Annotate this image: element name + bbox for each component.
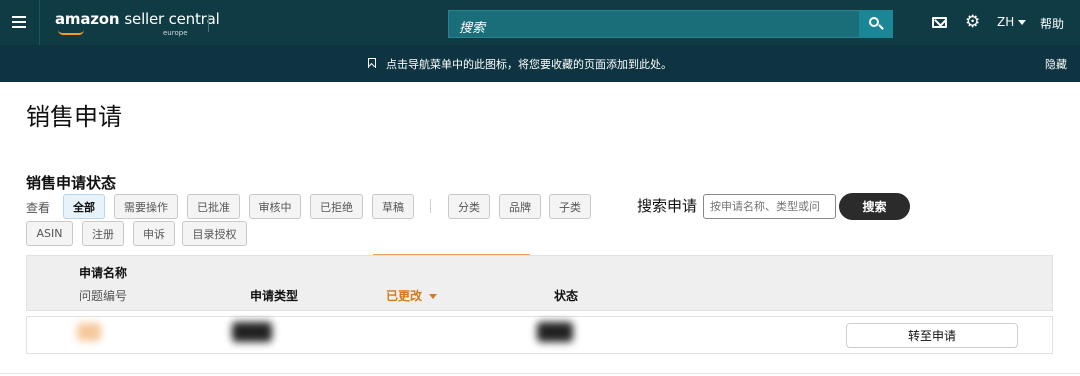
section-title: 销售申请状态 — [26, 174, 117, 192]
blurred-request-type — [232, 322, 272, 342]
filter-brand[interactable]: 品牌 — [499, 194, 541, 219]
filter-under-review[interactable]: 审核中 — [249, 194, 301, 219]
mail-icon[interactable] — [932, 17, 947, 28]
blurred-request-name — [77, 323, 101, 341]
bookmark-icon — [368, 58, 376, 68]
column-changed-label: 已更改 — [386, 289, 423, 303]
logo-region: europe — [163, 29, 188, 37]
column-changed[interactable]: 已更改 — [386, 287, 438, 304]
filter-category[interactable]: 分类 — [448, 194, 490, 219]
column-request-type[interactable]: 申请类型 — [250, 287, 298, 304]
amazon-seller-central-logo[interactable]: amazon seller central europe — [55, 10, 220, 37]
blurred-status — [537, 322, 573, 342]
filter-rejected[interactable]: 已拒绝 — [310, 194, 363, 219]
filter-draft[interactable]: 草稿 — [372, 194, 414, 219]
filter-subcategory[interactable]: 子类 — [549, 194, 591, 219]
language-label: ZH — [997, 15, 1015, 29]
filter-divider — [430, 199, 431, 213]
logo-smile-icon — [58, 30, 84, 35]
hide-hint-button[interactable]: 隐藏 — [1045, 56, 1067, 72]
go-to-request-button[interactable]: 转至申请 — [846, 323, 1018, 348]
filter-catalog-authorization[interactable]: 目录授权 — [182, 221, 247, 246]
sort-down-icon — [429, 294, 438, 299]
filter-all[interactable]: 全部 — [63, 194, 105, 219]
filter-asin[interactable]: ASIN — [26, 221, 73, 246]
request-search-button[interactable]: 搜索 — [839, 193, 910, 220]
column-issue-number: 问题编号 — [79, 289, 128, 303]
logo-product: seller central — [124, 10, 220, 28]
language-selector[interactable]: ZH — [997, 15, 1027, 29]
gear-icon[interactable]: ⚙ — [965, 14, 981, 31]
table-header — [26, 255, 1053, 311]
global-search-input[interactable]: 搜索 — [448, 10, 860, 38]
filter-action-required[interactable]: 需要操作 — [114, 194, 178, 219]
request-search-label: 搜索申请 — [637, 197, 698, 215]
logo-brand: amazon — [55, 10, 120, 28]
nav-divider — [208, 14, 209, 32]
filter-appeal[interactable]: 申诉 — [133, 221, 175, 246]
menu-icon[interactable] — [0, 0, 40, 45]
column-status[interactable]: 状态 — [554, 287, 578, 304]
request-search-input[interactable] — [703, 194, 836, 219]
help-link[interactable]: 帮助 — [1040, 15, 1064, 32]
global-search-button[interactable] — [859, 10, 893, 38]
page-title: 销售申请 — [26, 103, 122, 131]
chevron-down-icon — [1018, 20, 1027, 25]
filter-registration[interactable]: 注册 — [82, 221, 124, 246]
view-label: 查看 — [26, 201, 51, 215]
bookmark-hint-text: 点击导航菜单中的此图标，将您要收藏的页面添加到此处。 — [386, 58, 672, 71]
page-bottom-divider — [0, 373, 1080, 374]
column-request-name[interactable]: 申请名称 — [79, 264, 127, 281]
filter-approved[interactable]: 已批准 — [187, 194, 240, 219]
